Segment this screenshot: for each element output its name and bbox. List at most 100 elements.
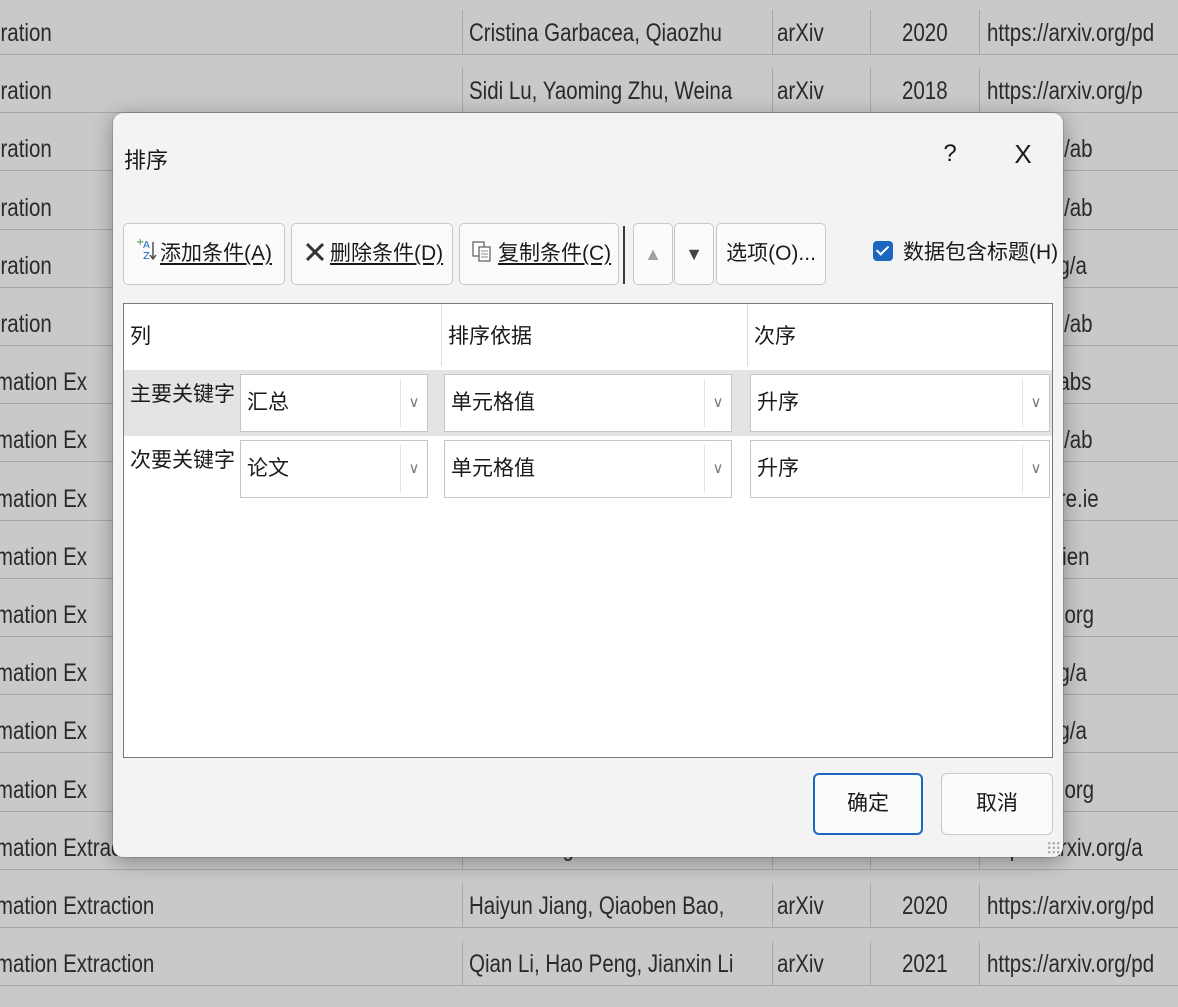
- sheet-cell-topic-text: eration: [0, 251, 52, 280]
- level-label: 主要关键字: [130, 383, 235, 406]
- sheet-row[interactable]: eration Cristina Garbacea, Qiaozhu arXiv 20…: [0, 10, 1178, 55]
- close-button[interactable]: X: [1005, 135, 1041, 173]
- delete-x-icon: [304, 227, 330, 287]
- sheet-cell-venue[interactable]: arXiv: [773, 68, 871, 113]
- sheet-cell-topic-text: rmation Ex: [0, 659, 88, 688]
- sort-dialog: 排序 ? X + A Z 添加条件(A) 删除条件(D) 复制条件(C) ▲ ▼…: [113, 113, 1063, 857]
- sheet-cell-topic-text: eration: [0, 77, 52, 106]
- sheet-cell-url-text: https://arxiv.org/pd: [987, 892, 1155, 920]
- sort-level-row[interactable]: 主要关键字 汇总 ∨ 单元格值 ∨ 升序 ∨: [124, 370, 1052, 436]
- sheet-cell-venue-text: arXiv: [777, 892, 824, 920]
- sheet-cell-year-text: 2020: [902, 892, 948, 920]
- sheet-cell-topic-text: rmation Ex: [0, 484, 88, 513]
- column-select-value: 汇总: [247, 391, 289, 414]
- sheet-cell-topic-text: rmation Extraction: [0, 892, 155, 920]
- sort-on-select-value: 单元格值: [451, 391, 535, 414]
- sort-on-header: 排序依据: [442, 304, 748, 366]
- column-select-value: 论文: [247, 457, 289, 480]
- sheet-cell-topic-text: rmation Ex: [0, 368, 88, 397]
- svg-text:A: A: [143, 240, 150, 251]
- sheet-cell-venue[interactable]: arXiv: [773, 10, 871, 54]
- toolbar-separator: [623, 226, 625, 284]
- sheet-cell-topic-text: rmation Ex: [0, 775, 88, 804]
- sheet-row[interactable]: rmation Extraction Qian Li, Hao Peng, Jia…: [0, 941, 1178, 987]
- sheet-cell-topic-text: rmation Ex: [0, 717, 88, 746]
- sheet-cell-topic-text: eration: [0, 310, 52, 338]
- sheet-cell-year[interactable]: 2021: [871, 941, 980, 986]
- order-select[interactable]: 升序 ∨: [750, 440, 1050, 498]
- level-label: 次要关键字: [130, 449, 235, 472]
- resize-grip-icon[interactable]: [1047, 841, 1061, 855]
- sheet-cell-authors[interactable]: Sidi Lu, Yaoming Zhu, Weina: [463, 68, 773, 113]
- sheet-cell-url-text: https://arxiv.org/pd: [987, 19, 1155, 47]
- sheet-cell-venue-text: arXiv: [777, 19, 824, 47]
- options-button[interactable]: 选项(O)...: [716, 223, 826, 285]
- column-header: 列: [124, 304, 442, 366]
- ok-button[interactable]: 确定: [813, 773, 923, 835]
- sheet-cell-year[interactable]: 2020: [871, 883, 980, 927]
- delete-level-button[interactable]: 删除条件(D): [291, 223, 453, 285]
- copy-level-button[interactable]: 复制条件(C): [459, 223, 619, 285]
- sheet-cell-authors-text: Cristina Garbacea, Qiaozhu: [469, 19, 722, 47]
- sheet-cell-year-text: 2018: [902, 77, 948, 106]
- sheet-cell-topic[interactable]: eration: [0, 10, 463, 54]
- sheet-cell-year-text: 2021: [902, 950, 948, 979]
- sheet-cell-venue[interactable]: arXiv: [773, 883, 871, 927]
- chevron-down-icon[interactable]: ∨: [704, 445, 731, 493]
- checkmark-icon[interactable]: [873, 241, 893, 262]
- order-select-value: 升序: [757, 391, 799, 414]
- sheet-cell-topic-text: rmation Ex: [0, 426, 88, 455]
- chevron-down-icon[interactable]: ∨: [704, 379, 731, 427]
- add-level-label: 添加条件(A): [160, 242, 272, 265]
- chevron-down-icon[interactable]: ∨: [1022, 379, 1049, 427]
- sheet-cell-authors[interactable]: Qian Li, Hao Peng, Jianxin Li: [463, 941, 773, 986]
- sort-on-select-value: 单元格值: [451, 457, 535, 480]
- sheet-cell-authors-text: Sidi Lu, Yaoming Zhu, Weina: [469, 77, 733, 106]
- move-up-button[interactable]: ▲: [633, 223, 673, 285]
- sheet-cell-year[interactable]: 2018: [871, 68, 980, 113]
- sheet-cell-topic-text: eration: [0, 135, 52, 164]
- help-button[interactable]: ?: [935, 137, 965, 171]
- column-select[interactable]: 汇总 ∨: [240, 374, 428, 432]
- copy-icon: [472, 227, 498, 287]
- sheet-cell-venue-text: arXiv: [777, 77, 824, 106]
- column-select[interactable]: 论文 ∨: [240, 440, 428, 498]
- sort-level-row[interactable]: 次要关键字 论文 ∨ 单元格值 ∨ 升序 ∨: [124, 436, 1052, 502]
- add-level-button[interactable]: + A Z 添加条件(A): [123, 223, 285, 285]
- sheet-cell-url[interactable]: https://arxiv.org/pd: [979, 883, 1178, 927]
- sheet-cell-authors-text: Qian Li, Hao Peng, Jianxin Li: [469, 950, 734, 979]
- sheet-row[interactable]: rmation Extraction Haiyun Jiang, Qiaoben …: [0, 883, 1178, 928]
- sheet-cell-venue[interactable]: arXiv: [773, 941, 871, 986]
- sheet-cell-topic[interactable]: eration: [0, 68, 463, 113]
- order-select[interactable]: 升序 ∨: [750, 374, 1050, 432]
- sheet-row[interactable]: eration Sidi Lu, Yaoming Zhu, Weina arXiv 2…: [0, 68, 1178, 114]
- chevron-down-icon[interactable]: ∨: [400, 445, 427, 493]
- sheet-cell-topic-text: rmation Extraction: [0, 950, 155, 979]
- sort-levels-grid: 列 排序依据 次序 主要关键字 汇总 ∨ 单元格值 ∨ 升序 ∨ 次要关键字 论…: [123, 303, 1053, 758]
- order-header: 次序: [754, 325, 796, 348]
- sheet-cell-venue-text: arXiv: [777, 950, 824, 979]
- sheet-cell-topic[interactable]: rmation Extraction: [0, 883, 463, 927]
- sheet-cell-authors[interactable]: Cristina Garbacea, Qiaozhu: [463, 10, 773, 54]
- sheet-cell-topic-text: rmation Ex: [0, 542, 88, 571]
- chevron-down-icon[interactable]: ∨: [400, 379, 427, 427]
- sheet-cell-year[interactable]: 2020: [871, 10, 980, 54]
- has-headers-label: 数据包含标题(H): [903, 241, 1059, 264]
- sheet-cell-url-text: https://arxiv.org/p: [987, 77, 1143, 106]
- dialog-title: 排序: [124, 148, 169, 173]
- cancel-button[interactable]: 取消: [941, 773, 1053, 835]
- sheet-cell-url-text: https://arxiv.org/pd: [987, 950, 1155, 979]
- sheet-cell-topic-text: eration: [0, 19, 52, 47]
- sheet-cell-url[interactable]: https://arxiv.org/pd: [979, 941, 1178, 985]
- sheet-cell-url[interactable]: https://arxiv.org/pd: [979, 10, 1178, 54]
- move-down-button[interactable]: ▼: [674, 223, 714, 285]
- has-headers-checkbox[interactable]: 数据包含标题(H): [873, 237, 1058, 269]
- chevron-down-icon[interactable]: ∨: [1022, 445, 1049, 493]
- sheet-cell-topic[interactable]: rmation Extraction: [0, 941, 463, 986]
- sheet-cell-url[interactable]: https://arxiv.org/p: [979, 68, 1178, 112]
- svg-text:Z: Z: [143, 251, 150, 262]
- sheet-cell-authors[interactable]: Haiyun Jiang, Qiaoben Bao,: [463, 883, 773, 927]
- add-level-icon: + A Z: [136, 226, 160, 286]
- sort-on-select[interactable]: 单元格值 ∨: [444, 440, 732, 498]
- sort-on-select[interactable]: 单元格值 ∨: [444, 374, 732, 432]
